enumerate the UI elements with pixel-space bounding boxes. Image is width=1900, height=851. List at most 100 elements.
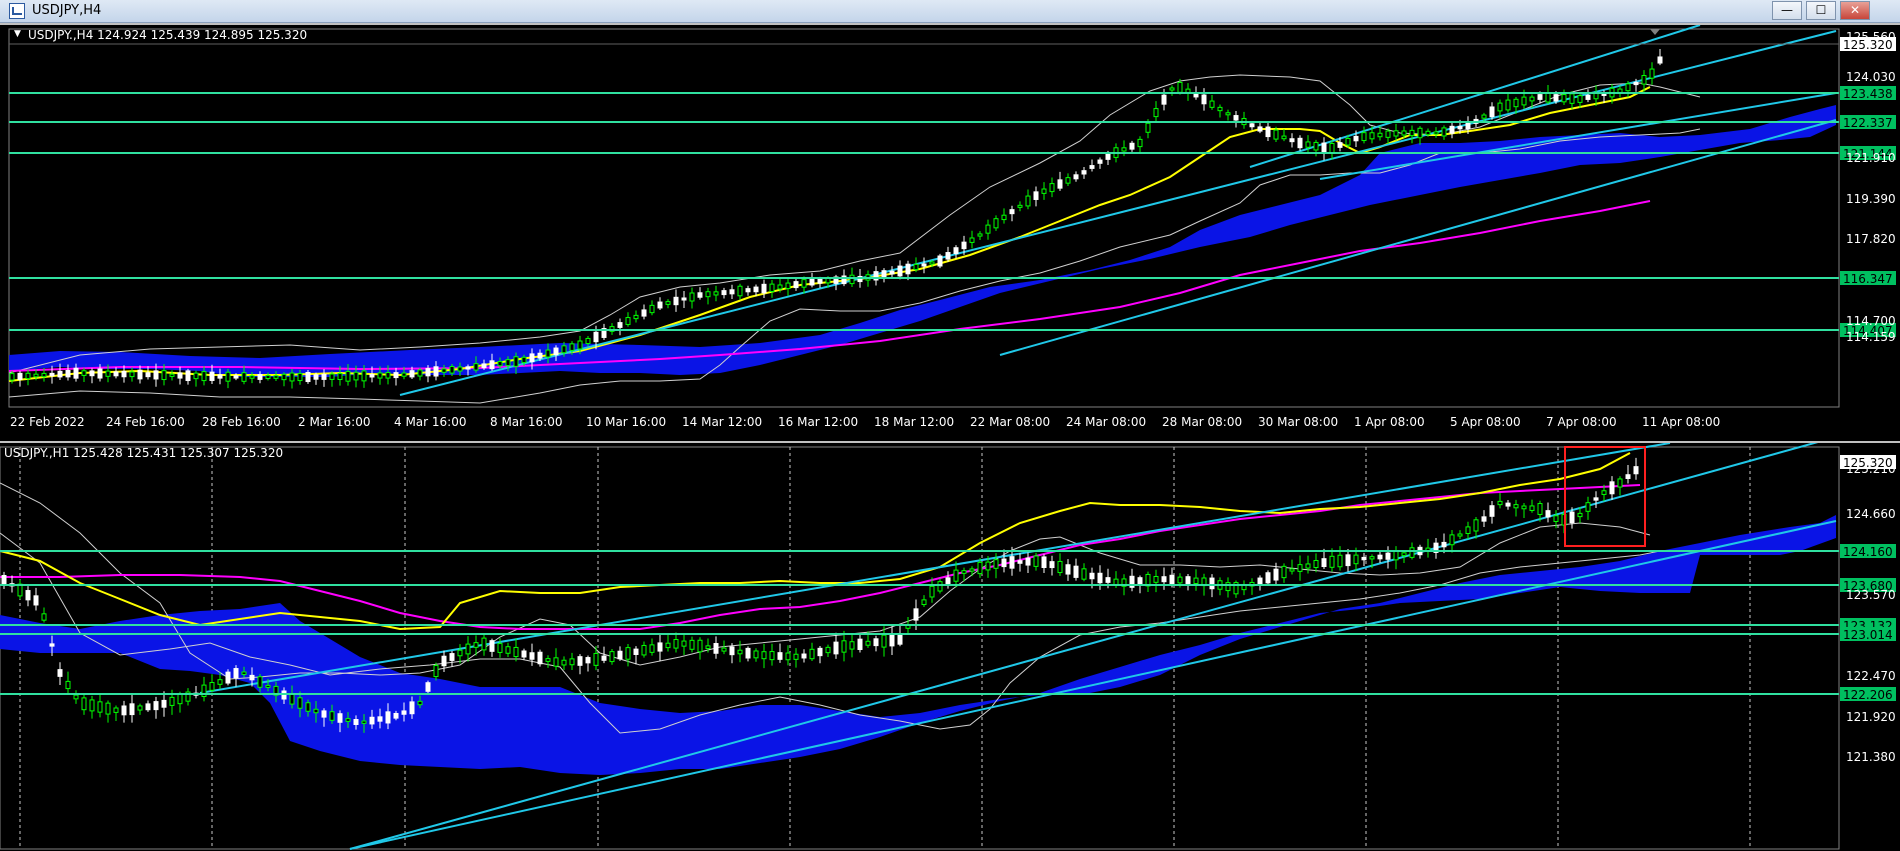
- h1-candle-body: [1153, 575, 1159, 583]
- h4-candle-body: [985, 224, 991, 234]
- h4-candle-body: [929, 261, 935, 265]
- minimize-button[interactable]: —: [1772, 1, 1802, 20]
- h4-candle-body: [161, 370, 167, 381]
- h1-candle-body: [497, 643, 503, 653]
- h4-candle-body: [209, 371, 215, 381]
- h1-candle-body: [1465, 526, 1471, 534]
- h4-hline-price-text: 123.438: [1843, 87, 1893, 101]
- h1-candle-body: [41, 613, 47, 621]
- h4-candle-body: [953, 247, 959, 254]
- h1-candle-body: [1449, 534, 1455, 546]
- h4-hline-price-text: 116.347: [1843, 272, 1893, 286]
- h4-price-tick: 114.159: [1846, 330, 1896, 344]
- h4-candle-body: [393, 372, 399, 379]
- h1-candle-body: [1, 574, 7, 585]
- h1-candle-body: [377, 716, 383, 722]
- h1-chart-canvas[interactable]: 124.160123.680123.132123.014122.206 125.…: [0, 443, 1900, 851]
- h4-candle-body: [1641, 75, 1647, 85]
- h4-candle-body: [1529, 96, 1535, 102]
- h1-candle-body: [1529, 505, 1535, 511]
- h1-candle-body: [441, 655, 447, 667]
- h1-candle-body: [529, 652, 535, 660]
- h4-candle-body: [777, 284, 783, 290]
- h4-chart-pane[interactable]: 123.438122.337121.144116.347114.407 125.…: [0, 23, 1900, 443]
- h4-time-label: 4 Mar 16:00: [394, 415, 467, 429]
- h4-candle-body: [305, 371, 311, 383]
- h4-ohlc-info: USDJPY.,H4 124.924 125.439 124.895 125.3…: [28, 28, 308, 42]
- h4-candle-body: [473, 363, 479, 371]
- h4-candle-body: [249, 375, 255, 379]
- h4-candle-body: [593, 331, 599, 343]
- h1-candle-body: [841, 640, 847, 653]
- h1-price-tick: 123.570: [1846, 588, 1896, 602]
- h1-chart-pane[interactable]: 124.160123.680123.132123.014122.206 125.…: [0, 441, 1900, 851]
- h1-candle-body: [1385, 552, 1391, 560]
- h1-candle-body: [1401, 552, 1407, 557]
- h4-time-label: 11 Apr 08:00: [1642, 415, 1720, 429]
- h4-candle-body: [1345, 138, 1351, 146]
- h1-candle-body: [1393, 550, 1399, 561]
- h1-candle-body: [1593, 497, 1599, 501]
- h4-candle-body: [569, 343, 575, 351]
- h1-candle-body: [1361, 556, 1367, 561]
- h4-candle-body: [201, 371, 207, 382]
- h1-candle-body: [177, 693, 183, 705]
- h1-candles: [1, 457, 1639, 733]
- h1-candle-body: [1457, 533, 1463, 537]
- h1-candle-body: [641, 644, 647, 656]
- h4-candle-body: [617, 322, 623, 328]
- h1-candle-body: [809, 648, 815, 660]
- h4-collapse-icon[interactable]: ▼: [14, 29, 21, 39]
- h1-candle-body: [1017, 560, 1023, 564]
- h1-candle-body: [1337, 554, 1343, 568]
- h1-candle-body: [649, 644, 655, 653]
- h4-candle-body: [801, 279, 807, 288]
- h4-candle-body: [881, 270, 887, 279]
- h1-candle-body: [929, 585, 935, 598]
- h4-candle-body: [633, 314, 639, 320]
- h4-candle-body: [113, 371, 119, 377]
- h1-candle-body: [385, 711, 391, 724]
- h1-candle-body: [825, 646, 831, 654]
- h1-candle-body: [537, 651, 543, 665]
- h4-candle-body: [641, 309, 647, 317]
- h1-candle-body: [1577, 512, 1583, 518]
- h4-candle-body: [1145, 122, 1151, 133]
- h1-highlight-box[interactable]: [1564, 446, 1646, 547]
- h4-time-label: 8 Mar 16:00: [490, 415, 563, 429]
- h1-candle-body: [1073, 565, 1079, 578]
- h4-time-label: 22 Feb 2022: [10, 415, 85, 429]
- h4-candle-body: [1457, 125, 1463, 130]
- h1-price-tick: 122.470: [1846, 669, 1896, 683]
- close-button[interactable]: ✕: [1840, 1, 1870, 20]
- h4-candle-body: [553, 347, 559, 356]
- h4-candle-body: [1361, 132, 1367, 142]
- window-titlebar: USDJPY,H4 — ☐ ✕: [0, 0, 1900, 23]
- h1-candle-body: [1537, 503, 1543, 515]
- h1-current-price-text: 125.320: [1843, 456, 1893, 470]
- h1-candle-body: [25, 590, 31, 601]
- h4-candle-body: [105, 370, 111, 377]
- h4-candle-body: [1225, 112, 1231, 116]
- h1-candle-body: [1601, 490, 1607, 495]
- h1-candle-body: [505, 646, 511, 654]
- h4-candle-body: [1409, 129, 1415, 137]
- h4-candle-body: [1553, 94, 1559, 102]
- h1-candle-body: [1009, 556, 1015, 569]
- h4-chart-canvas[interactable]: 123.438122.337121.144116.347114.407 125.…: [0, 25, 1900, 443]
- h4-candle-body: [665, 301, 671, 305]
- h1-candle-body: [265, 684, 271, 688]
- h1-candle-body: [777, 652, 783, 660]
- h1-candle-body: [993, 559, 999, 569]
- h1-candle-body: [401, 710, 407, 715]
- h4-candle-body: [697, 292, 703, 298]
- h1-candle-body: [1321, 558, 1327, 568]
- maximize-button[interactable]: ☐: [1806, 1, 1836, 20]
- h1-candle-body: [1297, 564, 1303, 572]
- h1-candle-body: [1545, 510, 1551, 518]
- h4-candle-body: [721, 290, 727, 296]
- h4-candle-body: [81, 370, 87, 376]
- h4-candle-body: [585, 337, 591, 345]
- h4-candle-body: [1465, 121, 1471, 130]
- h4-candle-body: [513, 356, 519, 367]
